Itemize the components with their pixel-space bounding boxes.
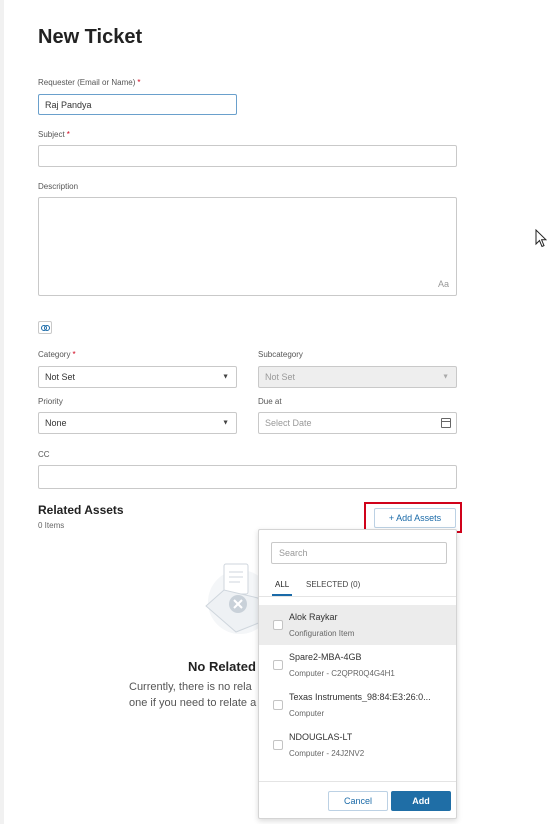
category-label-text: Category [38, 350, 71, 359]
asset-search-placeholder: Search [279, 548, 308, 558]
asset-list-item[interactable]: Alok Raykar Configuration Item [259, 605, 456, 645]
tabs-divider [259, 596, 456, 597]
asset-name: Spare2-MBA-4GB [289, 652, 362, 662]
due-at-placeholder: Select Date [265, 418, 312, 428]
asset-checkbox[interactable] [273, 740, 283, 750]
footer-divider [259, 781, 456, 782]
asset-list-item[interactable]: NDOUGLAS-LT Computer - 24J2NV2 [259, 725, 456, 765]
asset-name: Texas Instruments_98:84:E3:26:0... [289, 692, 431, 702]
subject-label: Subject * [38, 130, 70, 139]
empty-state-text-line1: Currently, there is no rela [129, 681, 252, 693]
due-at-label: Due at [258, 397, 282, 406]
asset-subtitle: Configuration Item [289, 629, 355, 638]
asset-list-item[interactable]: Spare2-MBA-4GB Computer - C2QPR0Q4G4H1 [259, 645, 456, 685]
requester-input[interactable]: Raj Pandya [38, 94, 237, 115]
cancel-button[interactable]: Cancel [328, 791, 388, 811]
subcategory-value: Not Set [265, 372, 296, 382]
subcategory-select: Not Set ▼ [258, 366, 457, 388]
empty-state-title: No Related [188, 659, 256, 674]
requester-required-mark: * [137, 78, 141, 87]
category-select[interactable]: Not Set ▼ [38, 366, 237, 388]
requester-value: Raj Pandya [45, 99, 92, 110]
asset-subtitle: Computer [289, 709, 325, 718]
left-edge-rule [0, 0, 4, 824]
priority-value: None [45, 418, 67, 428]
asset-name: Alok Raykar [289, 612, 338, 622]
empty-state-text-line2: one if you need to relate a [129, 697, 257, 709]
requester-label-text: Requester (Email or Name) [38, 78, 136, 87]
link-icon[interactable] [38, 321, 52, 334]
tab-selected[interactable]: SELECTED (0) [306, 580, 360, 589]
asset-subtitle: Computer - C2QPR0Q4G4H1 [289, 669, 395, 678]
description-label: Description [38, 182, 79, 191]
add-assets-button[interactable]: + Add Assets [374, 508, 456, 528]
cc-input[interactable] [38, 465, 457, 489]
caret-down-icon: ▼ [222, 373, 229, 381]
caret-down-icon: ▼ [222, 419, 229, 427]
related-assets-title: Related Assets [38, 503, 124, 517]
priority-label: Priority [38, 397, 63, 406]
add-button[interactable]: Add [391, 791, 451, 811]
priority-select[interactable]: None ▼ [38, 412, 237, 434]
asset-name: NDOUGLAS-LT [289, 732, 353, 742]
subcategory-label: Subcategory [258, 350, 303, 359]
requester-label: Requester (Email or Name) * [38, 78, 141, 87]
text-format-icon[interactable]: Aa [438, 279, 449, 289]
subject-input[interactable] [38, 145, 457, 167]
caret-down-icon: ▼ [442, 373, 449, 381]
mouse-pointer-icon [535, 229, 547, 248]
category-required-mark: * [72, 350, 76, 359]
cc-label: CC [38, 450, 50, 459]
calendar-icon[interactable] [441, 418, 451, 428]
asset-list-item[interactable]: Texas Instruments_98:84:E3:26:0... Compu… [259, 685, 456, 725]
subject-required-mark: * [66, 130, 70, 139]
tab-all[interactable]: ALL [272, 580, 293, 596]
subject-label-text: Subject [38, 130, 65, 139]
page-title: New Ticket [38, 26, 143, 48]
description-textarea[interactable]: Aa [38, 197, 457, 296]
related-assets-count: 0 Items [38, 521, 65, 530]
asset-search-input[interactable]: Search [271, 542, 447, 564]
due-at-input[interactable]: Select Date [258, 412, 457, 434]
asset-picker-dropdown: Search ALL SELECTED (0) Alok Raykar Conf… [258, 529, 457, 819]
asset-checkbox[interactable] [273, 660, 283, 670]
category-label: Category * [38, 350, 76, 359]
asset-checkbox[interactable] [273, 620, 283, 630]
asset-checkbox[interactable] [273, 700, 283, 710]
asset-subtitle: Computer - 24J2NV2 [289, 749, 365, 758]
category-value: Not Set [45, 372, 76, 382]
